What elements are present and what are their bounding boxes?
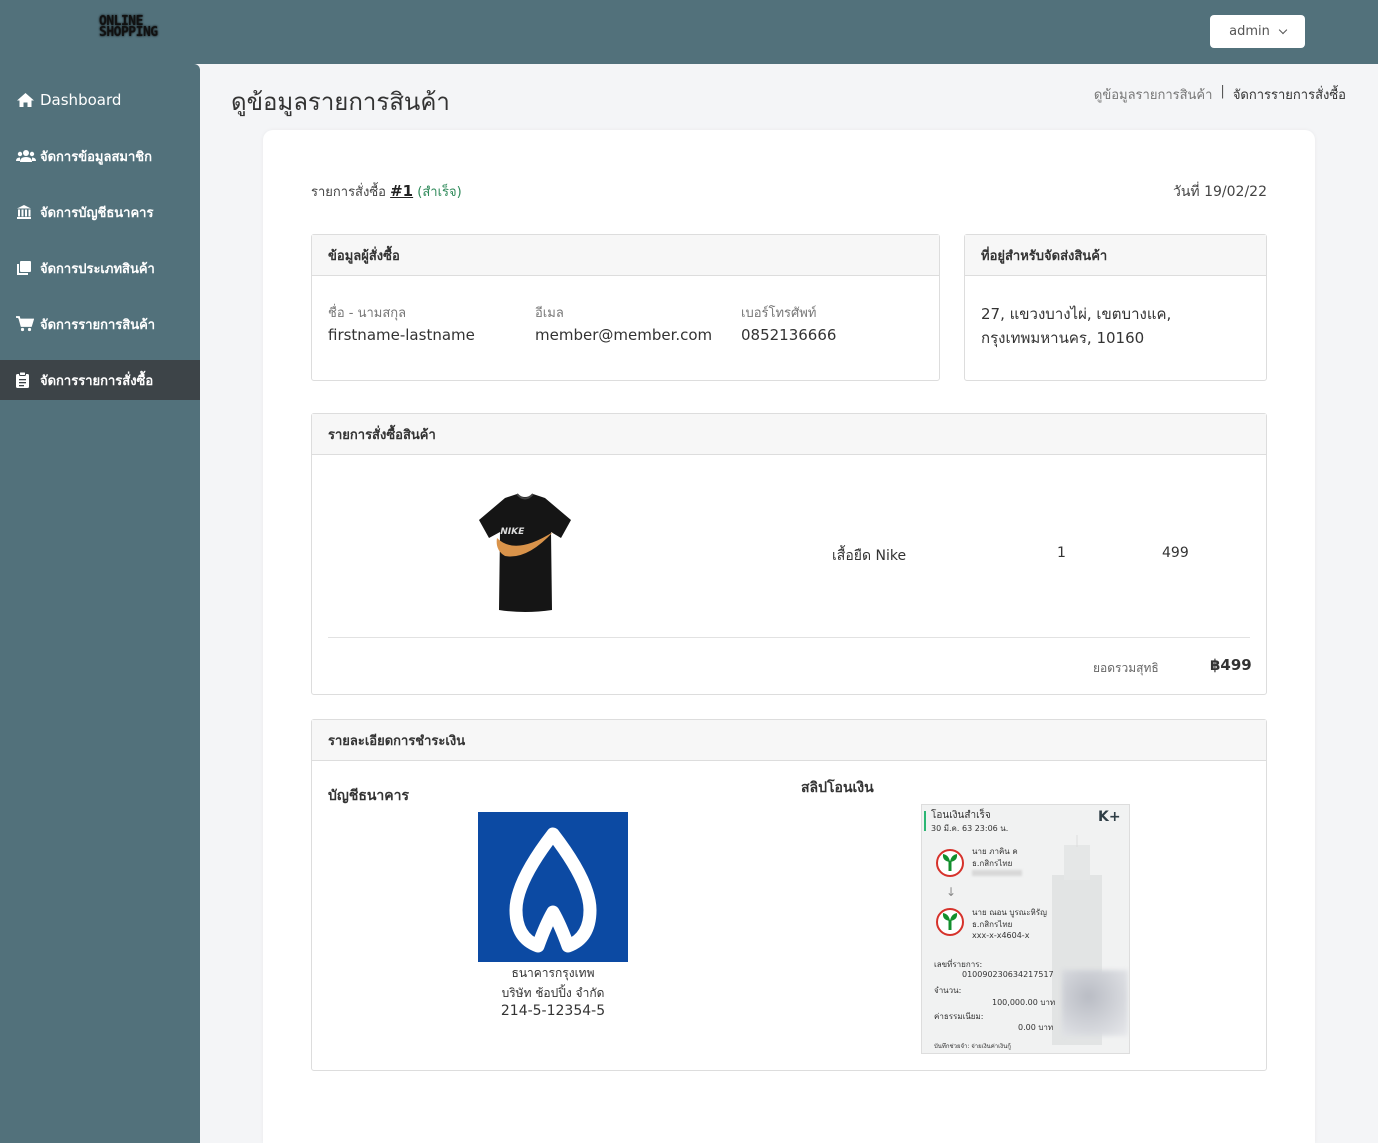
divider	[328, 637, 1250, 638]
panel-heading: รายละเอียดการชำระเงิน	[312, 720, 1266, 761]
slip-ref: 010090230634217517	[962, 970, 1054, 979]
clipboard-icon	[16, 372, 36, 388]
sidebar-item-bank-accounts[interactable]: จัดการบัญชีธนาคาร	[0, 192, 200, 232]
lotus-icon	[509, 827, 597, 953]
account-name: บริษัท ช้อปปิ้ง จำกัด	[501, 986, 605, 1000]
customer-phone-label: เบอร์โทรศัพท์	[741, 306, 817, 321]
bank-icon	[16, 204, 36, 220]
sidebar-item-orders[interactable]: จัดการรายการสั่งซื้อ	[0, 360, 200, 400]
site-logo[interactable]: ONLINE SHOPPING	[99, 15, 173, 40]
kbank-logo-receiver	[936, 908, 964, 936]
kplus-logo: K+	[1098, 809, 1121, 825]
slip-datetime: 30 มี.ค. 63 23:06 น.	[931, 824, 1009, 833]
logo-line-2: SHOPPING	[99, 25, 158, 40]
slip-note: บันทึกช่วยจำ: จ่ายเงินค่าเงินกู้	[934, 1043, 1011, 1050]
breadcrumb-separator: |	[1220, 84, 1225, 99]
sidebar-item-members[interactable]: จัดการข้อมูลสมาชิก	[0, 136, 200, 176]
users-icon	[16, 148, 36, 164]
user-menu-label: admin	[1229, 24, 1270, 39]
page-title: ดูข้อมูลรายการสินค้า	[231, 88, 450, 116]
blurred-account	[972, 870, 1022, 876]
customer-name-label: ชื่อ - นามสกุล	[328, 306, 407, 321]
copy-icon	[16, 260, 36, 276]
sidebar-item-label: จัดการรายการสั่งซื้อ	[40, 373, 154, 389]
order-summary-line: รายการสั่งซื้อ #1 (สำเร็จ)	[311, 181, 462, 202]
bank-name: ธนาคารกรุงเทพ	[511, 966, 595, 980]
arrow-down-icon: ↓	[946, 885, 957, 899]
item-quantity: 1	[1057, 545, 1066, 561]
customer-phone: 0852136666	[741, 326, 837, 344]
order-status: (สำเร็จ)	[417, 185, 462, 200]
shipping-address-line-1: 27, แขวงบางไผ่, เขตบางแค,	[981, 305, 1172, 323]
panel-heading: รายการสั่งซื้อสินค้า	[312, 414, 1266, 455]
breadcrumb-link[interactable]: ดูข้อมูลรายการสินค้า	[1094, 84, 1213, 105]
item-price: 499	[1162, 545, 1189, 561]
shipping-address-line-2: กรุงเทพมหานคร, 10160	[981, 329, 1145, 347]
sidebar: Dashboard จัดการข้อมูลสมาชิก จัดการบัญชี…	[0, 64, 200, 1143]
kbank-logo-sender	[936, 849, 964, 877]
breadcrumb: ดูข้อมูลรายการสินค้า | จัดการรายการสั่งซ…	[1094, 84, 1346, 105]
slip-title: โอนเงินสำเร็จ	[931, 810, 991, 821]
slip-amount: 100,000.00 บาท	[992, 998, 1056, 1007]
order-items-panel: รายการสั่งซื้อสินค้า	[311, 413, 1267, 695]
svg-text:NIKE: NIKE	[499, 527, 525, 537]
total-label: ยอดรวมสุทธิ	[1093, 661, 1159, 675]
sidebar-item-label: Dashboard	[40, 91, 122, 109]
slip-accent-bar	[924, 811, 926, 831]
sidebar-item-label: จัดการข้อมูลสมาชิก	[40, 149, 152, 165]
order-number-link[interactable]: #1	[390, 182, 413, 200]
panel-heading: ข้อมูลผู้สั่งซื้อ	[312, 235, 939, 276]
sidebar-item-label: จัดการประเภทสินค้า	[40, 261, 155, 277]
transfer-slip-heading: สลิปโอนเงิน	[801, 780, 874, 796]
customer-email: member@member.com	[535, 326, 713, 344]
customer-email-label: อีเมล	[535, 306, 564, 321]
sidebar-item-dashboard[interactable]: Dashboard	[0, 80, 200, 120]
sidebar-item-categories[interactable]: จัดการประเภทสินค้า	[0, 248, 200, 288]
transfer-slip-image[interactable]: โอนเงินสำเร็จ 30 มี.ค. 63 23:06 น. K+ นา…	[921, 804, 1130, 1054]
bangkok-bank-logo	[478, 812, 628, 962]
slip-to-bank: ธ.กสิกรไทย	[972, 920, 1013, 929]
sidebar-item-label: จัดการบัญชีธนาคาร	[40, 205, 154, 221]
slip-amount-label: จำนวน:	[934, 986, 962, 995]
product-image: NIKE	[479, 493, 571, 612]
customer-name: firstname-lastname	[328, 326, 475, 344]
account-number: 214-5-12354-5	[500, 1003, 606, 1019]
sidebar-item-label: จัดการรายการสินค้า	[40, 317, 156, 333]
bank-account-heading: บัญชีธนาคาร	[328, 788, 410, 804]
slip-to-account: xxx-x-x4604-x	[972, 931, 1030, 940]
panel-heading: ที่อยู่สำหรับจัดส่งสินค้า	[965, 235, 1266, 276]
cart-icon	[16, 316, 36, 332]
total-amount: ฿499	[1210, 656, 1252, 674]
breadcrumb-current: จัดการรายการสั่งซื้อ	[1232, 88, 1346, 103]
top-navbar: ONLINE SHOPPING admin	[0, 0, 1378, 64]
home-icon	[16, 92, 36, 108]
order-label: รายการสั่งซื้อ	[311, 185, 386, 200]
blurred-qr-code	[1062, 970, 1128, 1036]
user-menu-button[interactable]: admin	[1210, 15, 1305, 48]
sidebar-item-products[interactable]: จัดการรายการสินค้า	[0, 304, 200, 344]
order-date: วันที่ 19/02/22	[1173, 184, 1267, 200]
slip-fee-label: ค่าธรรมเนียม:	[934, 1012, 984, 1021]
chevron-down-icon	[1278, 25, 1288, 35]
slip-fee: 0.00 บาท	[1018, 1023, 1054, 1032]
item-name: เสื้อยืด Nike	[832, 548, 907, 564]
slip-from-bank: ธ.กสิกรไทย	[972, 859, 1013, 868]
